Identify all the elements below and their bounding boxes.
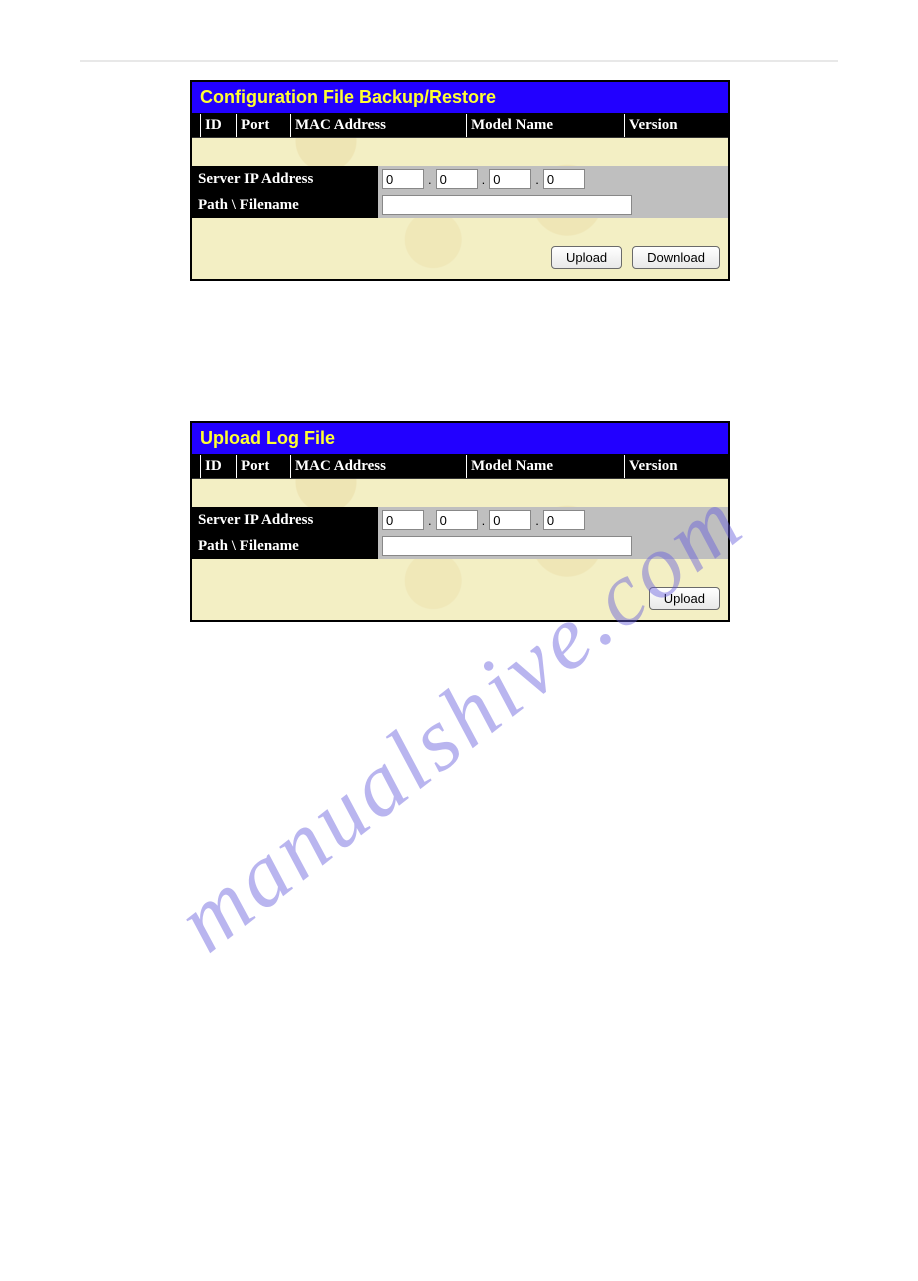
panel-title: Upload Log File: [192, 423, 728, 455]
header-id: ID: [200, 455, 236, 478]
header-port: Port: [236, 455, 290, 478]
button-row: Upload Download: [192, 218, 728, 279]
header-model: Model Name: [466, 114, 624, 137]
download-button[interactable]: Download: [632, 246, 720, 269]
path-filename-label: Path \ Filename: [192, 533, 378, 559]
header-version: Version: [624, 455, 728, 478]
header-model: Model Name: [466, 455, 624, 478]
path-filename-input[interactable]: [382, 195, 632, 215]
server-ip-label: Server IP Address: [192, 166, 378, 192]
ip-octet-2[interactable]: [436, 169, 478, 189]
watermark: manualshive.com: [0, 159, 918, 1281]
ip-octet-3[interactable]: [489, 510, 531, 530]
upload-button[interactable]: Upload: [551, 246, 622, 269]
ip-octet-4[interactable]: [543, 169, 585, 189]
header-mac: MAC Address: [290, 455, 466, 478]
ip-octet-3[interactable]: [489, 169, 531, 189]
path-filename-label: Path \ Filename: [192, 192, 378, 218]
upload-button[interactable]: Upload: [649, 587, 720, 610]
server-ip-input-group: . . .: [378, 507, 728, 533]
server-ip-label: Server IP Address: [192, 507, 378, 533]
config-backup-restore-panel: Configuration File Backup/Restore ID Por…: [190, 80, 730, 281]
spacer: [192, 138, 728, 166]
ip-dot: .: [531, 513, 543, 528]
ip-octet-2[interactable]: [436, 510, 478, 530]
ip-dot: .: [424, 172, 436, 187]
path-filename-input-wrap: [378, 533, 728, 559]
path-filename-row: Path \ Filename: [192, 533, 728, 559]
header-mac: MAC Address: [290, 114, 466, 137]
path-filename-row: Path \ Filename: [192, 192, 728, 218]
upload-log-file-panel: Upload Log File ID Port MAC Address Mode…: [190, 421, 730, 622]
page-divider: [80, 60, 838, 62]
ip-octet-1[interactable]: [382, 510, 424, 530]
ip-dot: .: [424, 513, 436, 528]
server-ip-row: Server IP Address . . .: [192, 507, 728, 533]
ip-dot: .: [478, 172, 490, 187]
ip-dot: .: [531, 172, 543, 187]
ip-octet-1[interactable]: [382, 169, 424, 189]
ip-dot: .: [478, 513, 490, 528]
server-ip-row: Server IP Address . . .: [192, 166, 728, 192]
path-filename-input-wrap: [378, 192, 728, 218]
server-ip-input-group: . . .: [378, 166, 728, 192]
device-table-header: ID Port MAC Address Model Name Version: [192, 114, 728, 138]
panel-title: Configuration File Backup/Restore: [192, 82, 728, 114]
header-id: ID: [200, 114, 236, 137]
header-version: Version: [624, 114, 728, 137]
header-port: Port: [236, 114, 290, 137]
device-table-header: ID Port MAC Address Model Name Version: [192, 455, 728, 479]
ip-octet-4[interactable]: [543, 510, 585, 530]
path-filename-input[interactable]: [382, 536, 632, 556]
button-row: Upload: [192, 559, 728, 620]
spacer: [192, 479, 728, 507]
